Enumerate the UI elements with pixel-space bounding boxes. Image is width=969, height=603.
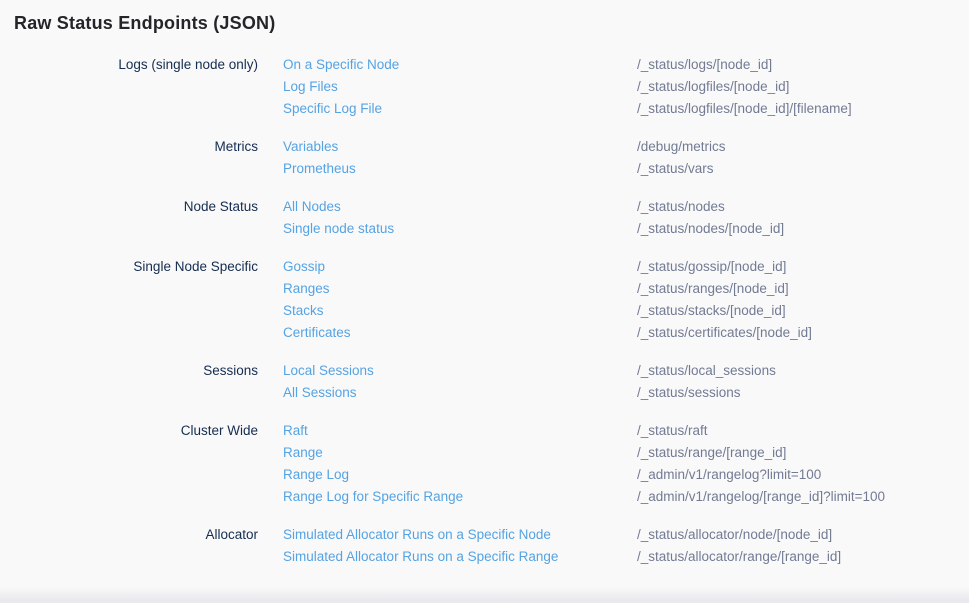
category-label: Metrics [0, 136, 258, 180]
category-label: Allocator [0, 524, 258, 568]
endpoints-table: Logs (single node only) On a Specific Nod… [0, 54, 969, 568]
page-title: Raw Status Endpoints (JSON) [0, 0, 969, 34]
endpoint-rows: On a Specific Node/_status/logs/[node_id… [283, 54, 969, 120]
endpoint-link[interactable]: Simulated Allocator Runs on a Specific N… [283, 524, 637, 546]
endpoint-link[interactable]: Ranges [283, 278, 637, 300]
endpoint-path: /_status/logfiles/[node_id]/[filename] [637, 98, 852, 120]
endpoint-link[interactable]: Local Sessions [283, 360, 637, 382]
endpoint-link[interactable]: Gossip [283, 256, 637, 278]
endpoint-row: Range Log/_admin/v1/rangelog?limit=100 [283, 464, 969, 486]
endpoint-link[interactable]: Range [283, 442, 637, 464]
endpoint-row: Local Sessions/_status/local_sessions [283, 360, 969, 382]
endpoint-path: /_status/logfiles/[node_id] [637, 76, 789, 98]
endpoint-link[interactable]: Simulated Allocator Runs on a Specific R… [283, 546, 637, 568]
endpoint-path: /_status/nodes/[node_id] [637, 218, 784, 240]
endpoint-row: Stacks/_status/stacks/[node_id] [283, 300, 969, 322]
endpoint-link[interactable]: Variables [283, 136, 637, 158]
endpoint-path: /_admin/v1/rangelog/[range_id]?limit=100 [637, 486, 885, 508]
endpoint-group: Node Status All Nodes/_status/nodesSingle… [0, 196, 969, 240]
endpoint-row: All Nodes/_status/nodes [283, 196, 969, 218]
endpoint-row: Ranges/_status/ranges/[node_id] [283, 278, 969, 300]
category-label: Cluster Wide [0, 420, 258, 508]
endpoint-rows: Gossip/_status/gossip/[node_id]Ranges/_s… [283, 256, 969, 344]
endpoint-link[interactable]: All Nodes [283, 196, 637, 218]
endpoint-path: /_status/certificates/[node_id] [637, 322, 812, 344]
endpoint-row: Variables/debug/metrics [283, 136, 969, 158]
endpoint-path: /_admin/v1/rangelog?limit=100 [637, 464, 821, 486]
endpoint-path: /_status/raft [637, 420, 708, 442]
endpoint-path: /_status/local_sessions [637, 360, 776, 382]
endpoint-link[interactable]: Prometheus [283, 158, 637, 180]
endpoint-path: /_status/logs/[node_id] [637, 54, 772, 76]
endpoint-rows: Variables/debug/metricsPrometheus/_statu… [283, 136, 969, 180]
endpoint-group: Allocator Simulated Allocator Runs on a S… [0, 524, 969, 568]
endpoint-rows: Simulated Allocator Runs on a Specific N… [283, 524, 969, 568]
endpoint-rows: Raft/_status/raftRange/_status/range/[ra… [283, 420, 969, 508]
endpoint-path: /_status/gossip/[node_id] [637, 256, 786, 278]
endpoint-path: /_status/vars [637, 158, 714, 180]
endpoint-group: Single Node Specific Gossip/_status/gossi… [0, 256, 969, 344]
endpoint-link[interactable]: Stacks [283, 300, 637, 322]
endpoint-path: /_status/sessions [637, 382, 741, 404]
category-label: Node Status [0, 196, 258, 240]
endpoint-row: Range Log for Specific Range/_admin/v1/r… [283, 486, 969, 508]
endpoint-link[interactable]: Certificates [283, 322, 637, 344]
endpoint-row: On a Specific Node/_status/logs/[node_id… [283, 54, 969, 76]
endpoint-link[interactable]: All Sessions [283, 382, 637, 404]
endpoint-row: Specific Log File/_status/logfiles/[node… [283, 98, 969, 120]
endpoint-link[interactable]: Raft [283, 420, 637, 442]
endpoint-link[interactable]: Single node status [283, 218, 637, 240]
endpoint-rows: Local Sessions/_status/local_sessionsAll… [283, 360, 969, 404]
endpoint-path: /_status/allocator/range/[range_id] [637, 546, 841, 568]
endpoint-row: Single node status/_status/nodes/[node_i… [283, 218, 969, 240]
endpoint-link[interactable]: Range Log [283, 464, 637, 486]
category-label: Single Node Specific [0, 256, 258, 344]
endpoint-row: Simulated Allocator Runs on a Specific N… [283, 524, 969, 546]
bottom-fade-band [0, 587, 969, 603]
endpoint-row: All Sessions/_status/sessions [283, 382, 969, 404]
endpoint-path: /debug/metrics [637, 136, 726, 158]
endpoint-row: Raft/_status/raft [283, 420, 969, 442]
endpoint-path: /_status/nodes [637, 196, 725, 218]
endpoint-group: Metrics Variables/debug/metricsPrometheus… [0, 136, 969, 180]
endpoint-row: Prometheus/_status/vars [283, 158, 969, 180]
endpoint-row: Range/_status/range/[range_id] [283, 442, 969, 464]
endpoint-path: /_status/allocator/node/[node_id] [637, 524, 832, 546]
endpoint-link[interactable]: Specific Log File [283, 98, 637, 120]
endpoint-link[interactable]: Range Log for Specific Range [283, 486, 637, 508]
raw-status-endpoints-page: Raw Status Endpoints (JSON) Logs (single… [0, 0, 969, 568]
endpoint-row: Gossip/_status/gossip/[node_id] [283, 256, 969, 278]
endpoint-path: /_status/stacks/[node_id] [637, 300, 786, 322]
endpoint-path: /_status/range/[range_id] [637, 442, 786, 464]
endpoint-row: Log Files/_status/logfiles/[node_id] [283, 76, 969, 98]
endpoint-row: Certificates/_status/certificates/[node_… [283, 322, 969, 344]
endpoint-group: Logs (single node only) On a Specific Nod… [0, 54, 969, 120]
category-label: Sessions [0, 360, 258, 404]
endpoint-group: Sessions Local Sessions/_status/local_ses… [0, 360, 969, 404]
endpoint-link[interactable]: Log Files [283, 76, 637, 98]
endpoint-link[interactable]: On a Specific Node [283, 54, 637, 76]
endpoint-group: Cluster Wide Raft/_status/raftRange/_stat… [0, 420, 969, 508]
endpoint-rows: All Nodes/_status/nodesSingle node statu… [283, 196, 969, 240]
category-label: Logs (single node only) [0, 54, 258, 120]
endpoint-path: /_status/ranges/[node_id] [637, 278, 789, 300]
endpoint-row: Simulated Allocator Runs on a Specific R… [283, 546, 969, 568]
